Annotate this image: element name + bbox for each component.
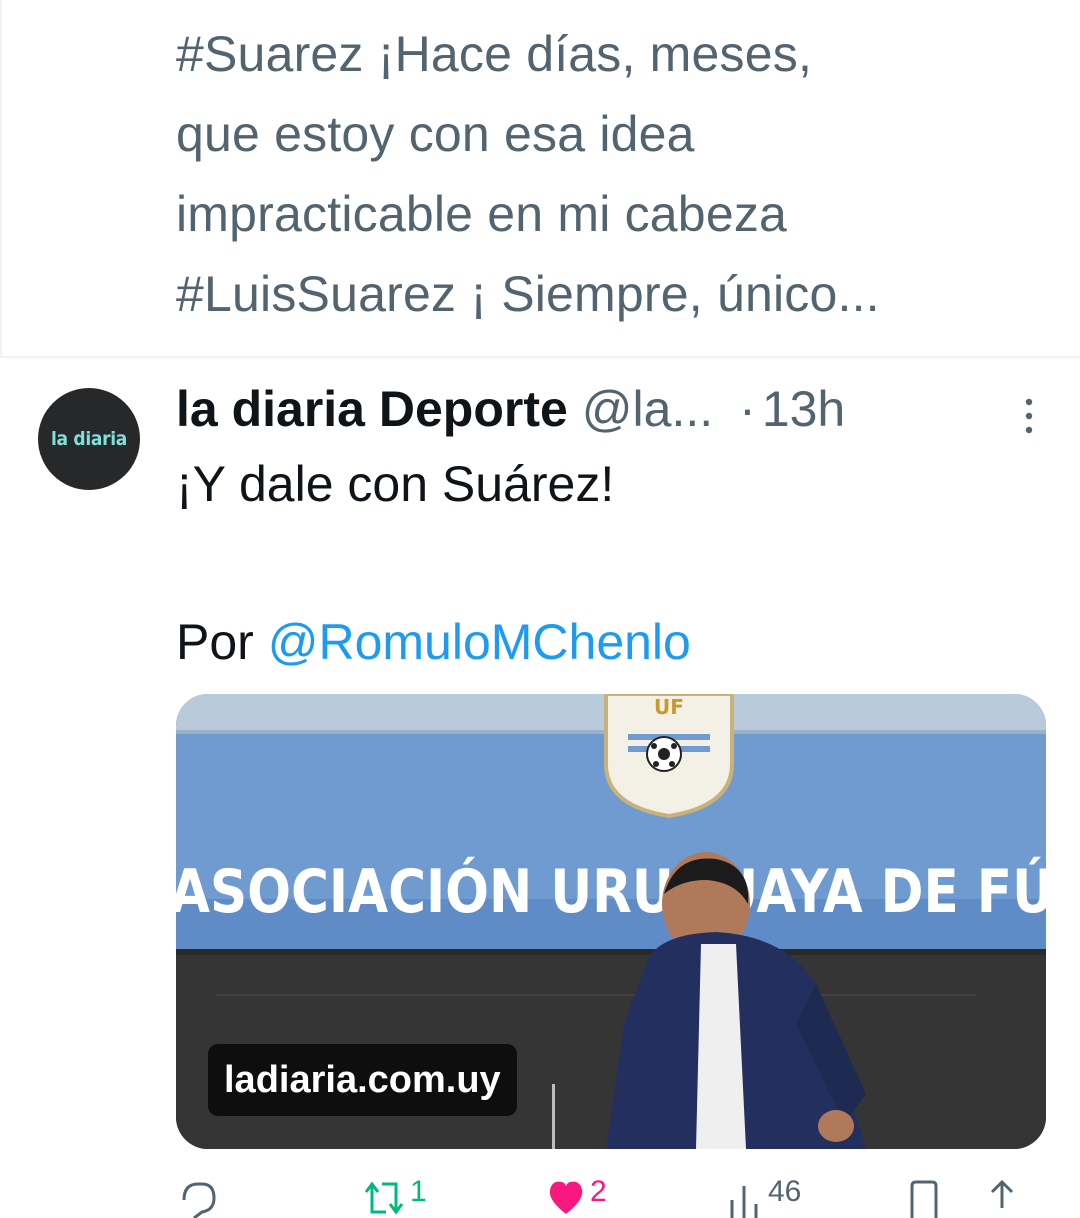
reply-icon xyxy=(182,1182,216,1218)
share-icon xyxy=(990,1179,1014,1208)
views-icon xyxy=(730,1186,758,1218)
views-count: 46 xyxy=(768,1175,802,1208)
retweet-count: 1 xyxy=(410,1175,427,1208)
tweet-text: ¡Y dale con Suárez! xyxy=(176,452,1056,516)
banner-text: ASOCIACIÓN URUGUAYA DE FÚ xyxy=(176,856,1046,927)
link-card[interactable]: UF ASOCIACIÓN URUGUAYA DE FÚ ladiaria.co… xyxy=(176,694,1046,1149)
crest-text: UF xyxy=(654,695,684,719)
like-count: 2 xyxy=(590,1175,607,1208)
tweet-header: la diaria Deporte @la... · 13h xyxy=(176,378,845,440)
previous-tweet[interactable]: #Suarez ¡Hace días, meses, que estoy con… xyxy=(0,0,1080,356)
retweet-icon xyxy=(364,1181,404,1215)
avatar-logo-text: la diaria xyxy=(50,428,128,450)
reply-button[interactable] xyxy=(178,1178,218,1218)
credit-prefix: Por xyxy=(176,614,268,670)
tweet-action-bar: 1 2 46 xyxy=(176,1175,1056,1218)
share-button[interactable] xyxy=(982,1178,1022,1218)
heart-icon xyxy=(549,1181,583,1214)
like-button[interactable]: 2 xyxy=(546,1175,607,1218)
user-handle[interactable]: @la... xyxy=(582,380,713,438)
mention-link[interactable]: @RomuloMChenlo xyxy=(268,614,691,670)
tweet-timestamp[interactable]: 13h xyxy=(762,380,845,438)
display-name[interactable]: la diaria Deporte xyxy=(176,380,568,438)
previous-tweet-text: #Suarez ¡Hace días, meses, que estoy con… xyxy=(176,26,880,322)
more-options-icon[interactable] xyxy=(1022,396,1036,436)
bookmark-icon xyxy=(910,1180,938,1218)
avatar[interactable]: la diaria xyxy=(38,388,140,490)
retweet-button[interactable]: 1 xyxy=(362,1175,427,1218)
thread-line xyxy=(0,0,2,356)
tweet-text-line: ¡Y dale con Suárez! xyxy=(176,456,615,512)
header-separator: · xyxy=(739,381,756,437)
card-domain-label: ladiaria.com.uy xyxy=(208,1044,517,1116)
bookmark-button[interactable] xyxy=(906,1178,942,1218)
tweet-credit-line: Por @RomuloMChenlo xyxy=(176,610,691,674)
views-button[interactable]: 46 xyxy=(724,1175,802,1218)
tweet[interactable]: la diaria la diaria Deporte @la... · 13h… xyxy=(0,358,1080,1218)
